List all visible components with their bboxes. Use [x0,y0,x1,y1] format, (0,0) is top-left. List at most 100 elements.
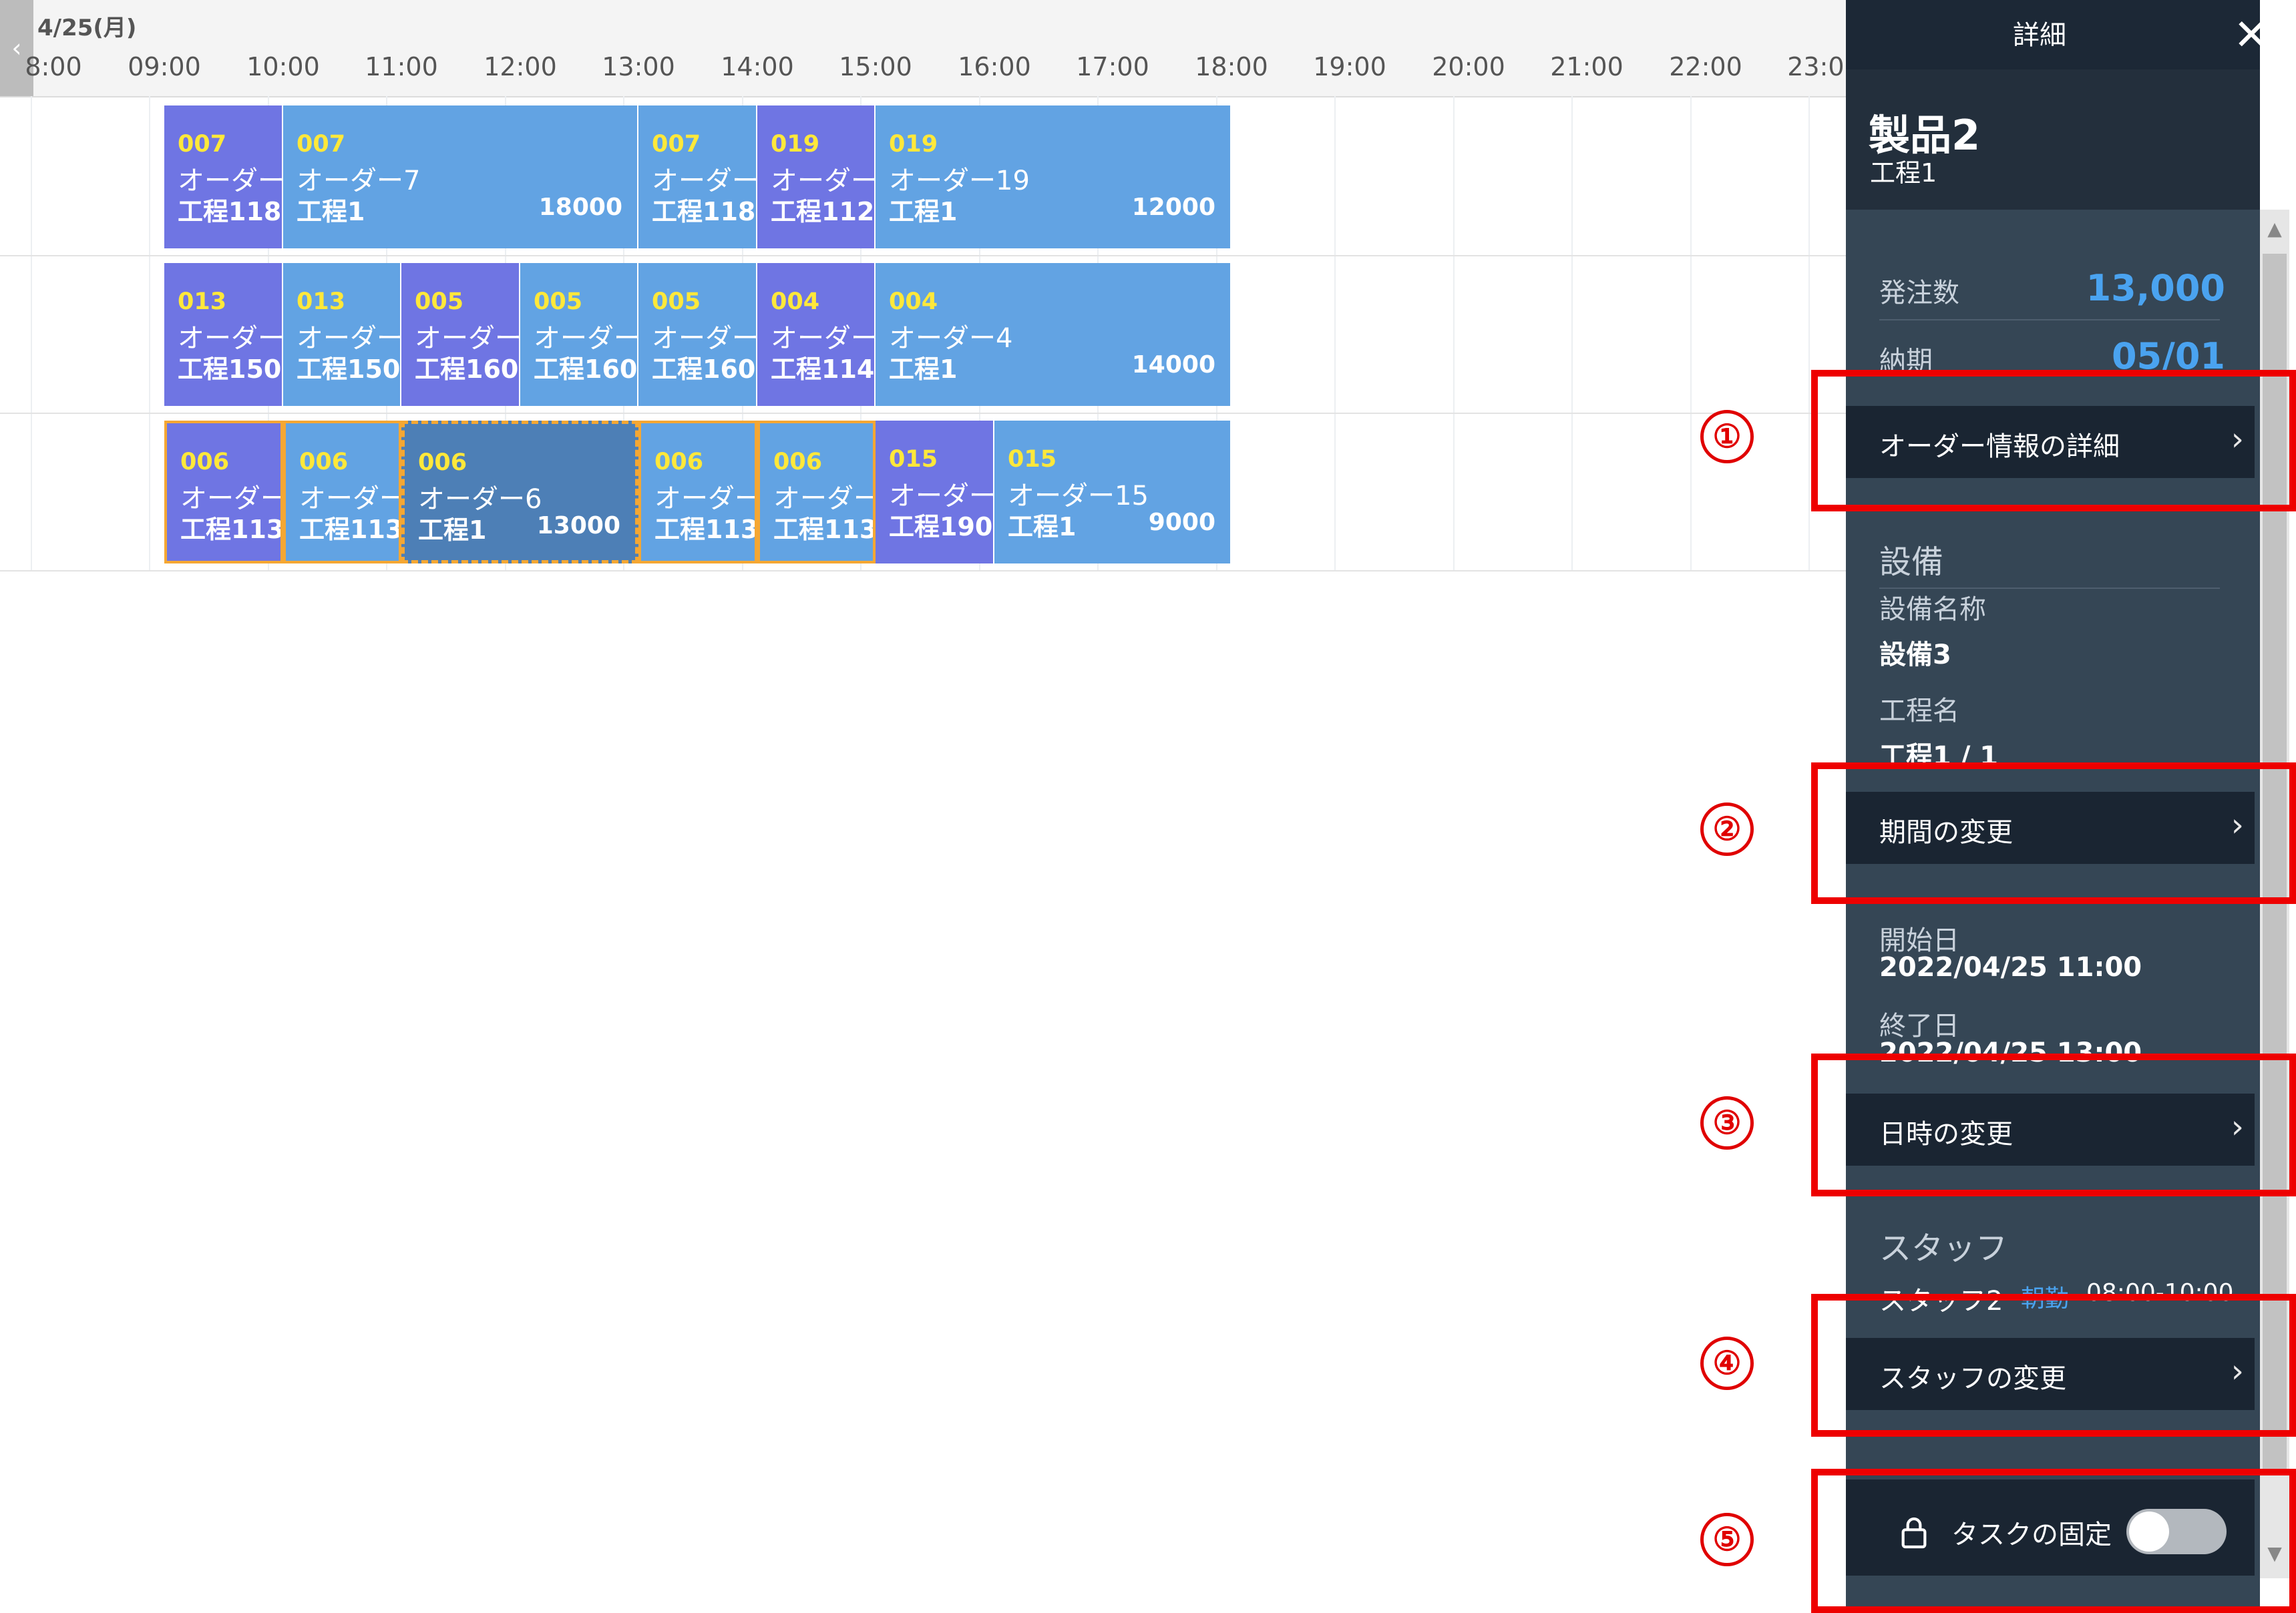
task-process: 工程118 [652,197,756,226]
row-divider [0,255,1846,256]
hour-label: 17:00 [1076,52,1149,81]
panel-header: 詳細 ✕ [1846,0,2260,69]
task-block[interactable]: 005 オーダー 工程160 [638,263,757,406]
grid-line [1453,96,1455,571]
task-block[interactable]: 019 オーダー19 工程1 12000 [876,105,1231,248]
task-block[interactable]: 007 オーダー 工程118 [638,105,757,248]
task-block[interactable]: 007 オーダー7 工程1 18000 [283,105,638,248]
task-process: 工程113 [654,515,757,544]
task-code: 019 [771,131,820,158]
task-code: 019 [889,131,938,158]
grid-line [149,96,150,571]
highlight-box-3 [1811,1054,2296,1196]
row-divider [0,413,1846,414]
selected-task-block[interactable]: 006 オーダー6 工程1 13000 [401,421,638,563]
row-divider [0,570,1846,571]
task-block[interactable]: 019 オーダー 工程112 [757,105,876,248]
callout-marker-5: ⑤ [1700,1513,1754,1566]
task-code: 005 [534,288,583,315]
task-block[interactable]: 013 オーダー 工程150 [283,263,401,406]
equipment-name-value: 設備3 [1879,640,1951,670]
task-quantity: 14000 [1131,351,1215,379]
hour-label: 8:00 [25,52,82,81]
grid-line [1571,96,1573,571]
task-block[interactable]: 015 オーダー15 工程1 9000 [994,421,1231,563]
task-block[interactable]: 006 オーダー 工程113 [757,421,876,563]
hour-label: 14:00 [721,52,794,81]
product-summary: 製品2 工程1 [1846,69,2260,210]
task-quantity: 13000 [536,512,620,539]
task-code: 006 [180,449,230,475]
hour-label: 13:00 [602,52,675,81]
task-process: 工程150 [178,355,282,384]
task-block[interactable]: 006 オーダー 工程113 [283,421,401,563]
task-code: 013 [178,288,227,315]
task-quantity: 12000 [1131,194,1215,221]
scroll-up-icon[interactable]: ▲ [2260,218,2289,244]
prev-day-arrow-icon[interactable]: ‹ [0,0,33,96]
task-process: 工程150 [297,355,401,384]
hour-label: 19:00 [1313,52,1386,81]
hour-label: 20:00 [1432,52,1505,81]
hour-label: 22:00 [1669,52,1742,81]
task-process: 工程1 [297,197,365,226]
task-process: 工程160 [652,355,756,384]
task-block[interactable]: 006 オーダー 工程113 [164,421,283,563]
task-code: 007 [178,131,227,158]
hour-label: 16:00 [958,52,1031,81]
task-block[interactable]: 015 オーダー 工程190 [876,421,994,563]
hour-label: 18:00 [1195,52,1268,81]
task-block[interactable]: 005 オーダー 工程160 [401,263,520,406]
callout-marker-1: ① [1700,410,1754,463]
highlight-box-1 [1811,370,2296,511]
task-block[interactable]: 006 オーダー 工程113 [638,421,757,563]
task-process: 工程1 [889,355,958,384]
hour-label: 10:00 [246,52,320,81]
task-block[interactable]: 005 オーダー 工程160 [520,263,638,406]
task-process: 工程1 [418,515,487,545]
task-code: 015 [889,446,938,473]
task-process: 工程113 [299,515,401,544]
callout-marker-2: ② [1700,802,1754,856]
task-code: 004 [771,288,820,315]
equipment-section-title: 設備 [1879,543,1944,581]
task-code: 013 [297,288,346,315]
highlight-box-4 [1811,1294,2296,1437]
task-block[interactable]: 013 オーダー 工程150 [164,263,283,406]
highlight-box-2 [1811,762,2296,904]
grid-line [1690,96,1692,571]
panel-title: 詳細 [2013,20,2066,51]
hour-label: 15:00 [839,52,912,81]
divider [1879,319,2220,320]
order-qty-label: 発注数 [1879,278,1959,308]
grid-line [31,96,32,571]
timeline-header: ‹ 4/25(月) 8:00 09:00 10:00 11:00 12:00 1… [0,0,1861,97]
task-code: 005 [652,288,701,315]
task-process: 工程113 [180,515,283,544]
task-quantity: 18000 [538,194,622,221]
task-block[interactable]: 004 オーダー 工程114 [757,263,876,406]
hour-label: 12:00 [484,52,557,81]
date-label: 4/25(月) [37,15,137,41]
task-process: 工程190 [889,512,993,541]
task-code: 006 [418,449,467,476]
task-code: 007 [652,131,701,158]
hour-label: 21:00 [1550,52,1623,81]
task-code: 006 [773,449,823,475]
highlight-box-5 [1811,1469,2296,1613]
task-process: 工程112 [771,197,875,226]
task-code: 006 [654,449,704,475]
callout-marker-3: ③ [1700,1096,1754,1150]
equipment-name-label: 設備名称 [1879,594,1986,625]
callout-marker-4: ④ [1700,1337,1754,1390]
staff-section-title: スタッフ [1879,1230,2008,1267]
task-code: 004 [889,288,938,315]
start-date-value: 2022/04/25 11:00 [1879,952,2142,983]
close-icon[interactable]: ✕ [2228,12,2260,59]
order-qty-value: 13,000 [2086,267,2225,309]
grid-line [1334,96,1336,571]
task-block[interactable]: 007 オーダー 工程118 [164,105,283,248]
process-name-label: 工程名 [1879,696,1959,726]
task-process: 工程113 [773,515,876,544]
task-block[interactable]: 004 オーダー4 工程1 14000 [876,263,1231,406]
